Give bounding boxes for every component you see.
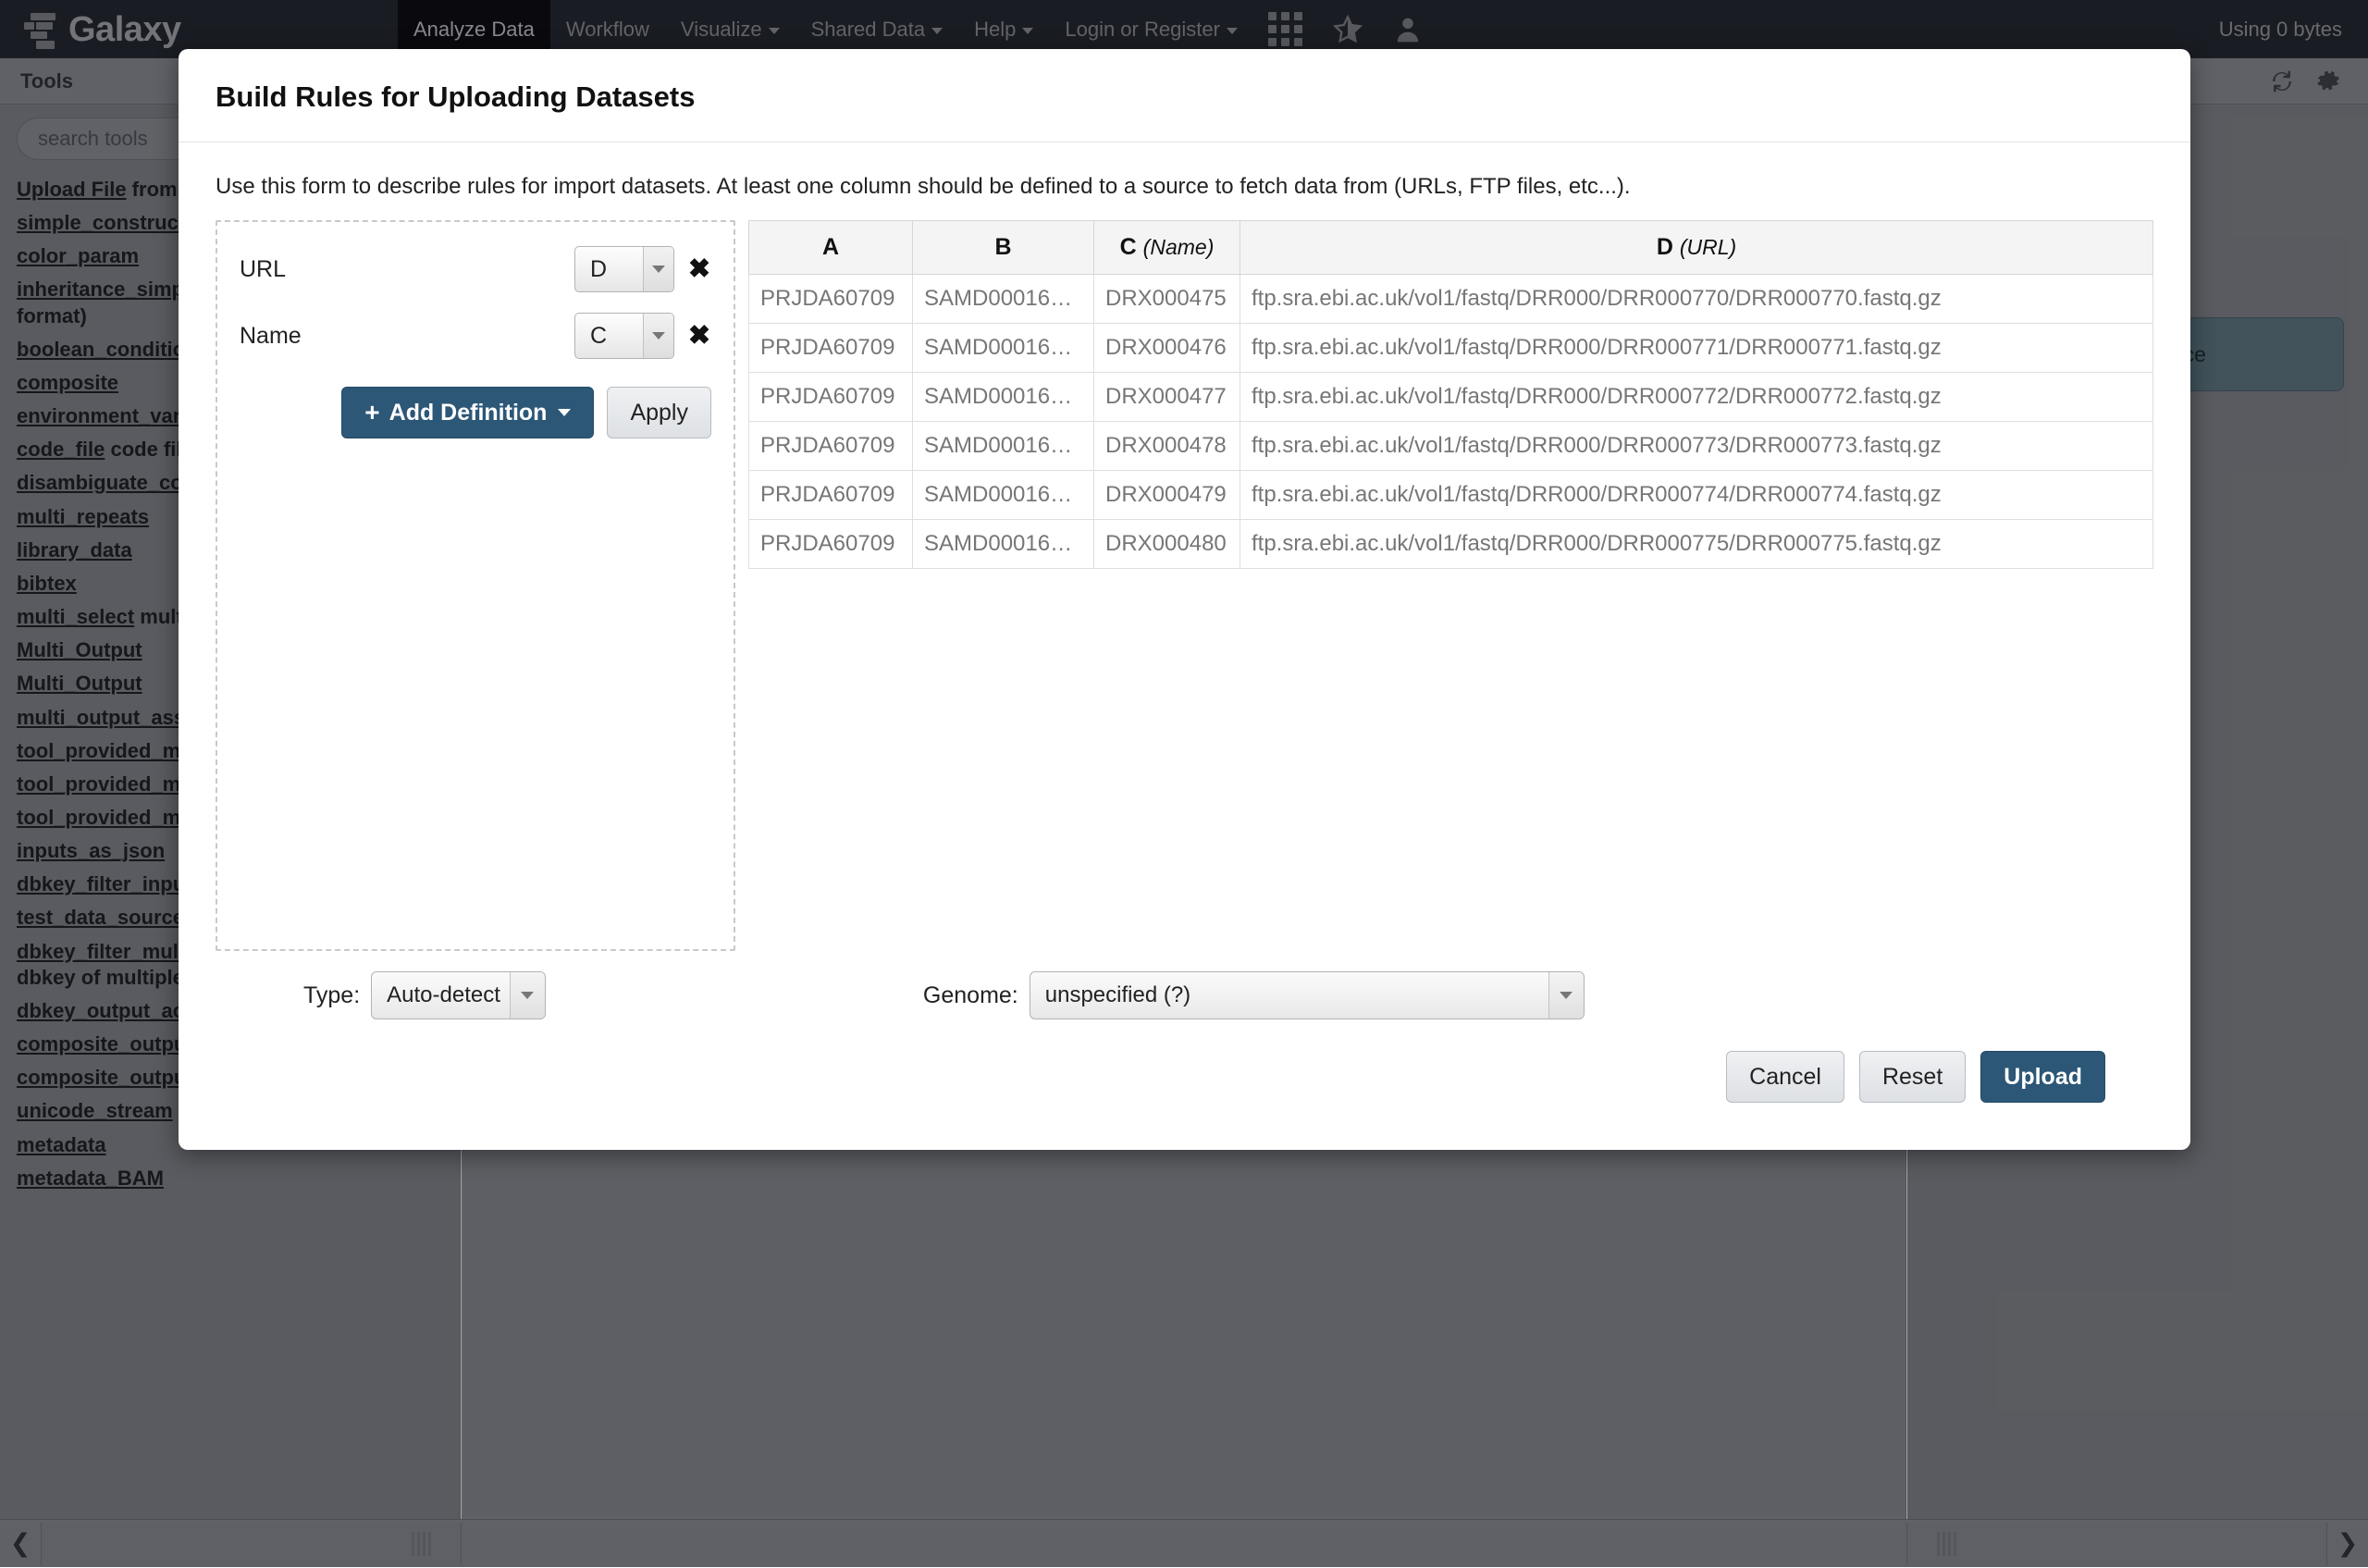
table-cell: ftp.sra.ebi.ac.uk/vol1/fastq/DRR000/DRR0…	[1240, 324, 2153, 373]
modal-footer: Cancel Reset Upload	[216, 1019, 2153, 1103]
apply-label: Apply	[630, 400, 688, 426]
definitions-panel: URL D ✖ Name C ✖	[216, 220, 735, 951]
column-letter-c: C	[1120, 234, 1137, 260]
genome-select[interactable]: unspecified (?)	[1030, 971, 1585, 1019]
table-cell: DRX000478	[1094, 422, 1240, 471]
column-header-d[interactable]: D (URL)	[1240, 221, 2153, 275]
table-row: PRJDA60709SAMD00016378DRX000478ftp.sra.e…	[749, 422, 2153, 471]
type-control: Type: Auto-detect	[303, 971, 546, 1019]
table-cell: SAMD00016383	[913, 324, 1094, 373]
definition-label-name: Name	[240, 323, 561, 350]
modal-header: Build Rules for Uploading Datasets	[179, 49, 2190, 142]
rules-table-head: A B C (Name) D (URL)	[749, 221, 2153, 275]
table-cell: SAMD00016378	[913, 422, 1094, 471]
upload-button[interactable]: Upload	[1980, 1051, 2105, 1103]
table-row: PRJDA60709SAMD00016381DRX000479ftp.sra.e…	[749, 471, 2153, 520]
table-cell: PRJDA60709	[749, 275, 913, 324]
column-header-a[interactable]: A	[749, 221, 913, 275]
name-column-value: C	[575, 323, 607, 350]
remove-x-icon[interactable]: ✖	[687, 323, 711, 350]
rules-table-header-row: A B C (Name) D (URL)	[749, 221, 2153, 275]
table-cell: DRX000475	[1094, 275, 1240, 324]
column-mapping-c: (Name)	[1143, 235, 1215, 259]
table-cell: SAMD00016379	[913, 275, 1094, 324]
reset-button[interactable]: Reset	[1859, 1051, 1966, 1103]
column-header-c[interactable]: C (Name)	[1094, 221, 1240, 275]
definition-label-url: URL	[240, 256, 561, 283]
name-column-select[interactable]: C	[574, 313, 674, 359]
table-row: PRJDA60709SAMD00016379DRX000475ftp.sra.e…	[749, 275, 2153, 324]
rule-builder: URL D ✖ Name C ✖	[216, 220, 2153, 951]
table-row: PRJDA60709SAMD00016382DRX000480ftp.sra.e…	[749, 520, 2153, 569]
column-letter-d: D	[1657, 234, 1673, 260]
genome-select-value: unspecified (?)	[1030, 982, 1584, 1008]
rules-table-wrap: A B C (Name) D (URL)	[748, 220, 2153, 569]
modal-title: Build Rules for Uploading Datasets	[216, 80, 2153, 114]
table-cell: ftp.sra.ebi.ac.uk/vol1/fastq/DRR000/DRR0…	[1240, 373, 2153, 422]
definition-row-name: Name C ✖	[240, 313, 711, 359]
genome-select-arrow	[1548, 972, 1584, 1019]
table-cell: ftp.sra.ebi.ac.uk/vol1/fastq/DRR000/DRR0…	[1240, 471, 2153, 520]
cancel-button[interactable]: Cancel	[1726, 1051, 1844, 1103]
table-cell: PRJDA60709	[749, 373, 913, 422]
url-column-select[interactable]: D	[574, 246, 674, 292]
remove-x-icon[interactable]: ✖	[687, 256, 711, 283]
column-header-b[interactable]: B	[913, 221, 1094, 275]
column-letter-a: A	[822, 234, 839, 260]
url-column-select-arrow	[643, 247, 673, 291]
definition-row-url: URL D ✖	[240, 246, 711, 292]
definition-actions: + Add Definition Apply	[240, 387, 711, 438]
type-label: Type:	[303, 982, 360, 1009]
table-cell: PRJDA60709	[749, 471, 913, 520]
type-select[interactable]: Auto-detect	[371, 971, 546, 1019]
table-cell: DRX000477	[1094, 373, 1240, 422]
apply-button[interactable]: Apply	[607, 387, 711, 438]
genome-control: Genome: unspecified (?)	[923, 971, 1585, 1019]
table-cell: PRJDA60709	[749, 422, 913, 471]
rules-table-body: PRJDA60709SAMD00016379DRX000475ftp.sra.e…	[749, 275, 2153, 569]
table-cell: PRJDA60709	[749, 324, 913, 373]
table-cell: ftp.sra.ebi.ac.uk/vol1/fastq/DRR000/DRR0…	[1240, 422, 2153, 471]
table-cell: DRX000479	[1094, 471, 1240, 520]
modal-body: Use this form to describe rules for impo…	[179, 142, 2190, 1150]
table-cell: ftp.sra.ebi.ac.uk/vol1/fastq/DRR000/DRR0…	[1240, 275, 2153, 324]
type-select-arrow	[510, 972, 545, 1019]
url-column-value: D	[575, 256, 607, 283]
upload-label: Upload	[2004, 1064, 2082, 1091]
build-rules-modal: Build Rules for Uploading Datasets Use t…	[179, 49, 2190, 1150]
modal-intro-text: Use this form to describe rules for impo…	[216, 174, 2153, 200]
modal-controls: Type: Auto-detect Genome: unspecified (?…	[216, 971, 2153, 1019]
reset-label: Reset	[1882, 1064, 1942, 1091]
add-definition-button[interactable]: + Add Definition	[341, 387, 594, 438]
table-row: PRJDA60709SAMD00016380DRX000477ftp.sra.e…	[749, 373, 2153, 422]
plus-icon: +	[364, 398, 379, 427]
table-cell: DRX000476	[1094, 324, 1240, 373]
table-cell: SAMD00016381	[913, 471, 1094, 520]
add-definition-label: Add Definition	[389, 400, 548, 426]
chevron-down-icon	[558, 409, 571, 416]
table-cell: DRX000480	[1094, 520, 1240, 569]
table-row: PRJDA60709SAMD00016383DRX000476ftp.sra.e…	[749, 324, 2153, 373]
name-column-select-arrow	[643, 314, 673, 358]
table-cell: SAMD00016380	[913, 373, 1094, 422]
table-cell: ftp.sra.ebi.ac.uk/vol1/fastq/DRR000/DRR0…	[1240, 520, 2153, 569]
cancel-label: Cancel	[1749, 1064, 1821, 1091]
rules-table: A B C (Name) D (URL)	[748, 220, 2153, 569]
table-cell: SAMD00016382	[913, 520, 1094, 569]
genome-label: Genome:	[923, 982, 1018, 1009]
column-letter-b: B	[994, 234, 1011, 260]
column-mapping-d: (URL)	[1680, 235, 1736, 259]
table-cell: PRJDA60709	[749, 520, 913, 569]
